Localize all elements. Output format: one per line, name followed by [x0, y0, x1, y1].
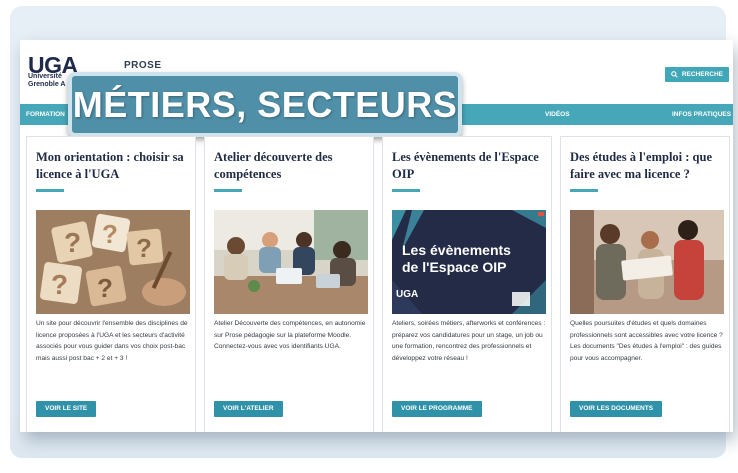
nav-infos-pratiques[interactable]: INFOS PRATIQUES — [672, 104, 731, 125]
card-description: Atelier Découverte des compétences, en a… — [214, 318, 372, 353]
voir-le-site-button[interactable]: VOIR LE SITE — [36, 401, 97, 417]
svg-text:?: ? — [51, 269, 68, 300]
nav-formation[interactable]: FORMATION — [26, 104, 65, 125]
svg-text:?: ? — [102, 219, 118, 249]
web-page: UGA Université Grenoble A PROSE RECHERCH… — [20, 40, 733, 432]
card-description: Quelles poursuites d'études et quels dom… — [570, 318, 728, 364]
site-name[interactable]: PROSE — [124, 60, 162, 71]
poster-title-line-2: de l'Espace OIP — [402, 259, 507, 275]
banner-title: MÉTIERS, SECTEURS — [72, 83, 458, 125]
card-description: Un site pour découvrir l'ensemble des di… — [36, 320, 188, 362]
title-accent — [214, 189, 242, 192]
nav-videos[interactable]: VIDÉOS — [545, 104, 570, 125]
logo-sub-line-2: Grenoble A — [28, 81, 66, 88]
search-icon — [671, 71, 678, 78]
card-title[interactable]: Les évènements de l'Espace OIP — [392, 149, 550, 183]
title-accent — [392, 189, 420, 192]
description-line: Connectez-vous avec vos identifiants UGA… — [214, 343, 341, 350]
search-label: RECHERCHE — [681, 71, 723, 78]
students-photo — [570, 210, 724, 314]
description-line: Les documents "Des études à l'emploi" : … — [570, 343, 722, 362]
events-poster: Les évènements de l'Espace OIP UGA — [392, 210, 546, 314]
card-grid: Mon orientation : choisir sa licence à l… — [26, 136, 731, 432]
svg-text:?: ? — [136, 233, 152, 263]
logo-sub-line-1: Université — [28, 73, 62, 80]
card-atelier: Atelier découverte des compétences Ateli… — [204, 136, 374, 432]
card-title[interactable]: Mon orientation : choisir sa licence à l… — [36, 149, 194, 183]
workshop-photo — [214, 210, 368, 314]
description-line: Atelier Découverte des compétences, en a… — [214, 320, 366, 339]
question-marks-image: ? ? ? ? ? — [36, 210, 190, 314]
poster-title-line-1: Les évènements — [402, 242, 511, 258]
card-evenements: Les évènements de l'Espace OIP Les évène… — [382, 136, 552, 432]
voir-le-programme-button[interactable]: VOIR LE PROGRAMME — [392, 401, 482, 417]
title-accent — [570, 189, 598, 192]
card-title[interactable]: Atelier découverte des compétences — [214, 149, 372, 183]
title-accent — [36, 189, 64, 192]
card-etudes-emploi: Des études à l'emploi : que faire avec m… — [560, 136, 730, 432]
poster-uga-logo: UGA — [396, 289, 419, 300]
svg-text:?: ? — [97, 273, 113, 303]
search-button[interactable]: RECHERCHE — [664, 67, 729, 82]
svg-text:?: ? — [64, 227, 81, 258]
description-line: Quelles poursuites d'études et quels dom… — [570, 320, 723, 339]
voir-atelier-button[interactable]: VOIR L'ATELIER — [214, 401, 283, 417]
card-orientation: Mon orientation : choisir sa licence à l… — [26, 136, 196, 432]
section-banner: MÉTIERS, SECTEURS — [68, 72, 462, 137]
voir-les-documents-button[interactable]: VOIR LES DOCUMENTS — [570, 401, 663, 417]
card-title[interactable]: Des études à l'emploi : que faire avec m… — [570, 149, 728, 183]
uga-logo-subtitle: Université Grenoble A — [28, 73, 65, 89]
card-description: Ateliers, soirées métiers, afterworks et… — [392, 320, 546, 362]
